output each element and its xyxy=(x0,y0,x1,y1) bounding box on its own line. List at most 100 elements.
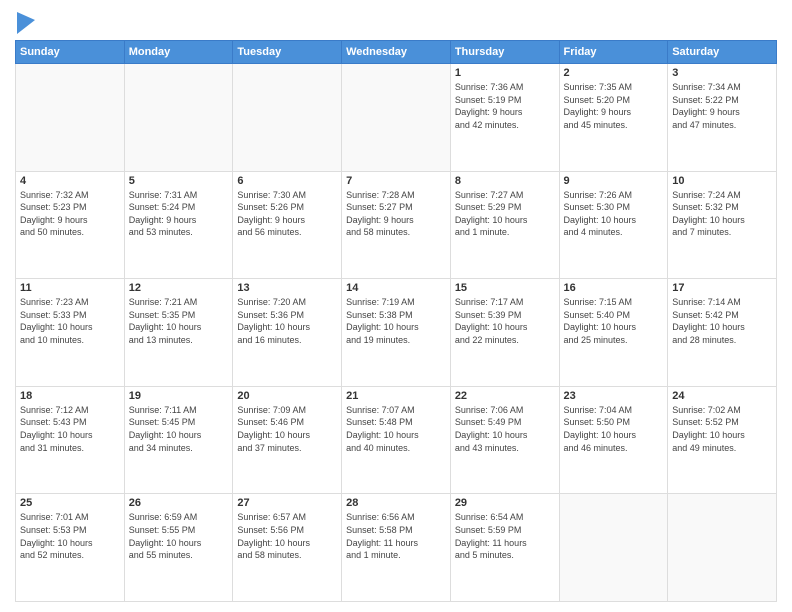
day-info: Sunrise: 7:34 AM Sunset: 5:22 PM Dayligh… xyxy=(672,81,772,131)
header xyxy=(15,10,777,34)
day-number: 13 xyxy=(237,282,337,294)
calendar-cell: 19 Sunrise: 7:11 AM Sunset: 5:45 PM Dayli… xyxy=(124,386,233,494)
day-number: 12 xyxy=(129,282,229,294)
day-number: 1 xyxy=(455,67,555,79)
calendar-cell: 17 Sunrise: 7:14 AM Sunset: 5:42 PM Dayli… xyxy=(668,279,777,387)
day-number: 29 xyxy=(455,497,555,509)
day-info: Sunrise: 7:11 AM Sunset: 5:45 PM Dayligh… xyxy=(129,404,229,454)
calendar-cell xyxy=(233,64,342,172)
calendar-cell: 4 Sunrise: 7:32 AM Sunset: 5:23 PM Daylig… xyxy=(16,171,125,279)
calendar-cell: 15Sunrise: 7:17 AM Sunset: 5:39 PM Dayli… xyxy=(450,279,559,387)
day-info: Sunrise: 7:01 AM Sunset: 5:53 PM Dayligh… xyxy=(20,511,120,561)
day-info: Sunrise: 7:07 AM Sunset: 5:48 PM Dayligh… xyxy=(346,404,446,454)
day-info: Sunrise: 7:15 AM Sunset: 5:40 PM Dayligh… xyxy=(564,296,664,346)
calendar-cell xyxy=(16,64,125,172)
calendar-cell: 21 Sunrise: 7:07 AM Sunset: 5:48 PM Dayli… xyxy=(342,386,451,494)
day-info: Sunrise: 7:30 AM Sunset: 5:26 PM Dayligh… xyxy=(237,189,337,239)
day-number: 19 xyxy=(129,390,229,402)
day-number: 20 xyxy=(237,390,337,402)
calendar-week-row: 4 Sunrise: 7:32 AM Sunset: 5:23 PM Daylig… xyxy=(16,171,777,279)
day-number: 5 xyxy=(129,175,229,187)
day-info: Sunrise: 7:02 AM Sunset: 5:52 PM Dayligh… xyxy=(672,404,772,454)
calendar-cell: 29Sunrise: 6:54 AM Sunset: 5:59 PM Dayli… xyxy=(450,494,559,602)
day-info: Sunrise: 6:59 AM Sunset: 5:55 PM Dayligh… xyxy=(129,511,229,561)
day-number: 27 xyxy=(237,497,337,509)
calendar-cell: 23 Sunrise: 7:04 AM Sunset: 5:50 PM Dayli… xyxy=(559,386,668,494)
day-number: 24 xyxy=(672,390,772,402)
day-info: Sunrise: 7:36 AM Sunset: 5:19 PM Dayligh… xyxy=(455,81,555,131)
page: SundayMondayTuesdayWednesdayThursdayFrid… xyxy=(0,0,792,612)
calendar-cell: 14 Sunrise: 7:19 AM Sunset: 5:38 PM Dayli… xyxy=(342,279,451,387)
calendar-cell: 16 Sunrise: 7:15 AM Sunset: 5:40 PM Dayli… xyxy=(559,279,668,387)
calendar-cell: 26 Sunrise: 6:59 AM Sunset: 5:55 PM Dayli… xyxy=(124,494,233,602)
day-number: 22 xyxy=(455,390,555,402)
calendar-cell xyxy=(342,64,451,172)
day-number: 4 xyxy=(20,175,120,187)
calendar-cell: 20 Sunrise: 7:09 AM Sunset: 5:46 PM Dayli… xyxy=(233,386,342,494)
calendar-cell: 2 Sunrise: 7:35 AM Sunset: 5:20 PM Daylig… xyxy=(559,64,668,172)
calendar-cell: 7 Sunrise: 7:28 AM Sunset: 5:27 PM Daylig… xyxy=(342,171,451,279)
calendar-cell xyxy=(668,494,777,602)
day-number: 10 xyxy=(672,175,772,187)
day-info: Sunrise: 7:14 AM Sunset: 5:42 PM Dayligh… xyxy=(672,296,772,346)
day-info: Sunrise: 7:12 AM Sunset: 5:43 PM Dayligh… xyxy=(20,404,120,454)
day-number: 21 xyxy=(346,390,446,402)
calendar-cell: 12 Sunrise: 7:21 AM Sunset: 5:35 PM Dayli… xyxy=(124,279,233,387)
day-info: Sunrise: 7:17 AM Sunset: 5:39 PM Dayligh… xyxy=(455,296,555,346)
day-info: Sunrise: 7:20 AM Sunset: 5:36 PM Dayligh… xyxy=(237,296,337,346)
day-number: 7 xyxy=(346,175,446,187)
day-info: Sunrise: 7:09 AM Sunset: 5:46 PM Dayligh… xyxy=(237,404,337,454)
calendar-cell: 10 Sunrise: 7:24 AM Sunset: 5:32 PM Dayli… xyxy=(668,171,777,279)
calendar-table: SundayMondayTuesdayWednesdayThursdayFrid… xyxy=(15,40,777,602)
day-info: Sunrise: 7:32 AM Sunset: 5:23 PM Dayligh… xyxy=(20,189,120,239)
day-info: Sunrise: 7:04 AM Sunset: 5:50 PM Dayligh… xyxy=(564,404,664,454)
calendar-cell: 8Sunrise: 7:27 AM Sunset: 5:29 PM Daylig… xyxy=(450,171,559,279)
day-info: Sunrise: 7:35 AM Sunset: 5:20 PM Dayligh… xyxy=(564,81,664,131)
calendar-header-wednesday: Wednesday xyxy=(342,41,451,64)
day-info: Sunrise: 7:21 AM Sunset: 5:35 PM Dayligh… xyxy=(129,296,229,346)
logo-icon xyxy=(17,12,35,34)
calendar-cell: 5 Sunrise: 7:31 AM Sunset: 5:24 PM Daylig… xyxy=(124,171,233,279)
calendar-cell: 9 Sunrise: 7:26 AM Sunset: 5:30 PM Daylig… xyxy=(559,171,668,279)
calendar-cell xyxy=(124,64,233,172)
calendar-cell: 27 Sunrise: 6:57 AM Sunset: 5:56 PM Dayli… xyxy=(233,494,342,602)
day-info: Sunrise: 7:26 AM Sunset: 5:30 PM Dayligh… xyxy=(564,189,664,239)
calendar-header-monday: Monday xyxy=(124,41,233,64)
calendar-cell: 13 Sunrise: 7:20 AM Sunset: 5:36 PM Dayli… xyxy=(233,279,342,387)
calendar-cell: 6 Sunrise: 7:30 AM Sunset: 5:26 PM Daylig… xyxy=(233,171,342,279)
day-number: 17 xyxy=(672,282,772,294)
calendar-cell: 3 Sunrise: 7:34 AM Sunset: 5:22 PM Daylig… xyxy=(668,64,777,172)
day-number: 16 xyxy=(564,282,664,294)
day-number: 3 xyxy=(672,67,772,79)
day-info: Sunrise: 7:19 AM Sunset: 5:38 PM Dayligh… xyxy=(346,296,446,346)
day-number: 18 xyxy=(20,390,120,402)
day-info: Sunrise: 7:06 AM Sunset: 5:49 PM Dayligh… xyxy=(455,404,555,454)
logo xyxy=(15,14,35,34)
calendar-header-sunday: Sunday xyxy=(16,41,125,64)
calendar-cell: 22 Sunrise: 7:06 AM Sunset: 5:49 PM Dayli… xyxy=(450,386,559,494)
day-number: 23 xyxy=(564,390,664,402)
calendar-cell: 18 Sunrise: 7:12 AM Sunset: 5:43 PM Dayli… xyxy=(16,386,125,494)
day-number: 25 xyxy=(20,497,120,509)
day-number: 6 xyxy=(237,175,337,187)
day-number: 11 xyxy=(20,282,120,294)
day-info: Sunrise: 7:31 AM Sunset: 5:24 PM Dayligh… xyxy=(129,189,229,239)
calendar-cell: 1 Sunrise: 7:36 AM Sunset: 5:19 PM Daylig… xyxy=(450,64,559,172)
day-number: 9 xyxy=(564,175,664,187)
day-number: 26 xyxy=(129,497,229,509)
calendar-week-row: 18 Sunrise: 7:12 AM Sunset: 5:43 PM Dayli… xyxy=(16,386,777,494)
day-info: Sunrise: 7:24 AM Sunset: 5:32 PM Dayligh… xyxy=(672,189,772,239)
day-info: Sunrise: 7:27 AM Sunset: 5:29 PM Dayligh… xyxy=(455,189,555,239)
day-info: Sunrise: 6:57 AM Sunset: 5:56 PM Dayligh… xyxy=(237,511,337,561)
day-number: 14 xyxy=(346,282,446,294)
day-info: Sunrise: 7:28 AM Sunset: 5:27 PM Dayligh… xyxy=(346,189,446,239)
calendar-header-thursday: Thursday xyxy=(450,41,559,64)
day-number: 2 xyxy=(564,67,664,79)
calendar-cell: 11Sunrise: 7:23 AM Sunset: 5:33 PM Dayli… xyxy=(16,279,125,387)
day-info: Sunrise: 6:56 AM Sunset: 5:58 PM Dayligh… xyxy=(346,511,446,561)
calendar-week-row: 25 Sunrise: 7:01 AM Sunset: 5:53 PM Dayli… xyxy=(16,494,777,602)
calendar-cell: 25 Sunrise: 7:01 AM Sunset: 5:53 PM Dayli… xyxy=(16,494,125,602)
calendar-header-friday: Friday xyxy=(559,41,668,64)
calendar-cell: 28Sunrise: 6:56 AM Sunset: 5:58 PM Dayli… xyxy=(342,494,451,602)
calendar-header-saturday: Saturday xyxy=(668,41,777,64)
